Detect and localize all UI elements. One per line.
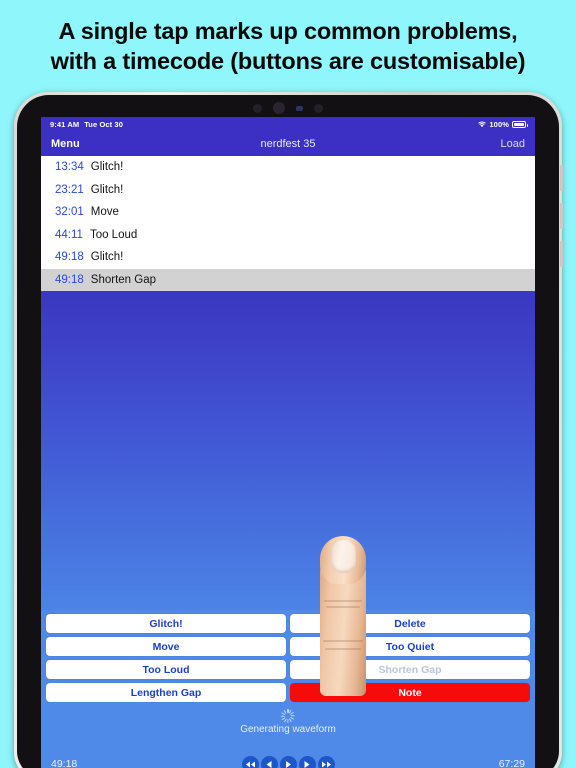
menu-button[interactable]: Menu — [51, 138, 80, 150]
marker-button-too-quiet[interactable]: Too Quiet — [290, 637, 530, 656]
camera-main-lens-icon — [273, 102, 285, 114]
status-bar-date: Tue Oct 30 — [84, 120, 123, 129]
tablet-bezel: 9:41 AM Tue Oct 30 100% Menu nerdfest 35… — [17, 95, 563, 768]
loading-spinner-icon — [281, 708, 296, 723]
volume-up-button[interactable] — [560, 165, 563, 191]
next-icon — [303, 760, 311, 768]
marker-label: Glitch! — [90, 183, 124, 196]
marker-timecode: 32:01 — [55, 206, 84, 219]
marker-button-shorten-gap[interactable]: Shorten Gap — [290, 660, 530, 679]
marker-label: Shorten Gap — [90, 273, 156, 286]
marker-timecode: 49:18 — [55, 273, 84, 286]
transport-bar: 49:18 67:29 — [41, 749, 535, 768]
marker-button-pad: Glitch! Delete Move Too Quiet Too Loud S… — [41, 610, 535, 705]
step-forward-button[interactable] — [298, 755, 316, 768]
skip-back-button[interactable] — [241, 755, 259, 768]
skip-forward-button[interactable] — [317, 755, 335, 768]
volume-down-button[interactable] — [560, 203, 563, 229]
nav-bar: Menu nerdfest 35 Load — [41, 132, 535, 156]
headline-line-2: with a timecode (buttons are customisabl… — [50, 48, 526, 74]
list-item[interactable]: 44:11 Too Loud — [41, 224, 535, 247]
total-time-label: 67:29 — [498, 758, 525, 768]
marker-button-delete[interactable]: Delete — [290, 614, 530, 633]
power-button[interactable] — [560, 241, 563, 267]
marker-label: Too Loud — [89, 228, 138, 241]
waveform-canvas-area[interactable] — [41, 291, 535, 610]
rewind-icon — [245, 760, 256, 768]
tablet-screen: 9:41 AM Tue Oct 30 100% Menu nerdfest 35… — [41, 117, 535, 768]
marker-timecode: 13:34 — [55, 161, 84, 174]
battery-full-icon — [512, 121, 528, 128]
marker-button-move[interactable]: Move — [46, 637, 286, 656]
marker-button-glitch[interactable]: Glitch! — [46, 614, 286, 633]
project-title: nerdfest 35 — [260, 138, 316, 150]
ambient-light-sensor-icon — [314, 103, 323, 113]
list-item[interactable]: 32:01 Move — [41, 201, 535, 224]
list-item[interactable]: 13:34 Glitch! — [41, 156, 535, 179]
headline-line-1: A single tap marks up common problems, — [58, 18, 518, 44]
wifi-icon — [478, 121, 487, 128]
tablet-device-frame: 9:41 AM Tue Oct 30 100% Menu nerdfest 35… — [14, 92, 563, 768]
marker-button-too-loud[interactable]: Too Loud — [46, 660, 286, 679]
waveform-status-area: Generating waveform — [41, 705, 535, 749]
battery-percent-label: 100% — [489, 120, 509, 129]
list-item-selected[interactable]: 49:18 Shorten Gap — [41, 268, 535, 291]
list-item[interactable]: 49:18 Glitch! — [41, 246, 535, 269]
front-camera-cluster — [17, 102, 559, 114]
fast-forward-icon — [321, 760, 332, 768]
marker-timecode: 23:21 — [55, 183, 84, 196]
marker-timecode: 49:18 — [55, 251, 84, 264]
play-button[interactable] — [279, 755, 297, 768]
status-bar-time: 9:41 AM — [50, 120, 80, 129]
marker-list[interactable]: 13:34 Glitch! 23:21 Glitch! 32:01 Move 4… — [41, 156, 535, 291]
marker-label: Glitch! — [90, 251, 124, 264]
status-bar: 9:41 AM Tue Oct 30 100% — [41, 117, 535, 132]
marker-label: Move — [90, 206, 119, 219]
step-back-button[interactable] — [260, 755, 278, 768]
current-time-label: 49:18 — [51, 758, 78, 768]
waveform-status-label: Generating waveform — [240, 724, 336, 735]
previous-icon — [265, 760, 273, 768]
list-item[interactable]: 23:21 Glitch! — [41, 179, 535, 202]
marker-timecode: 44:11 — [55, 228, 83, 241]
camera-lens-icon — [253, 103, 262, 113]
load-button[interactable]: Load — [501, 138, 525, 150]
marker-button-lengthen-gap[interactable]: Lengthen Gap — [46, 683, 286, 702]
marker-label: Glitch! — [90, 161, 124, 174]
play-icon — [284, 760, 292, 768]
proximity-sensor-icon — [296, 105, 303, 111]
promo-headline: A single tap marks up common problems, w… — [0, 0, 576, 92]
marker-button-note[interactable]: Note — [290, 683, 530, 702]
